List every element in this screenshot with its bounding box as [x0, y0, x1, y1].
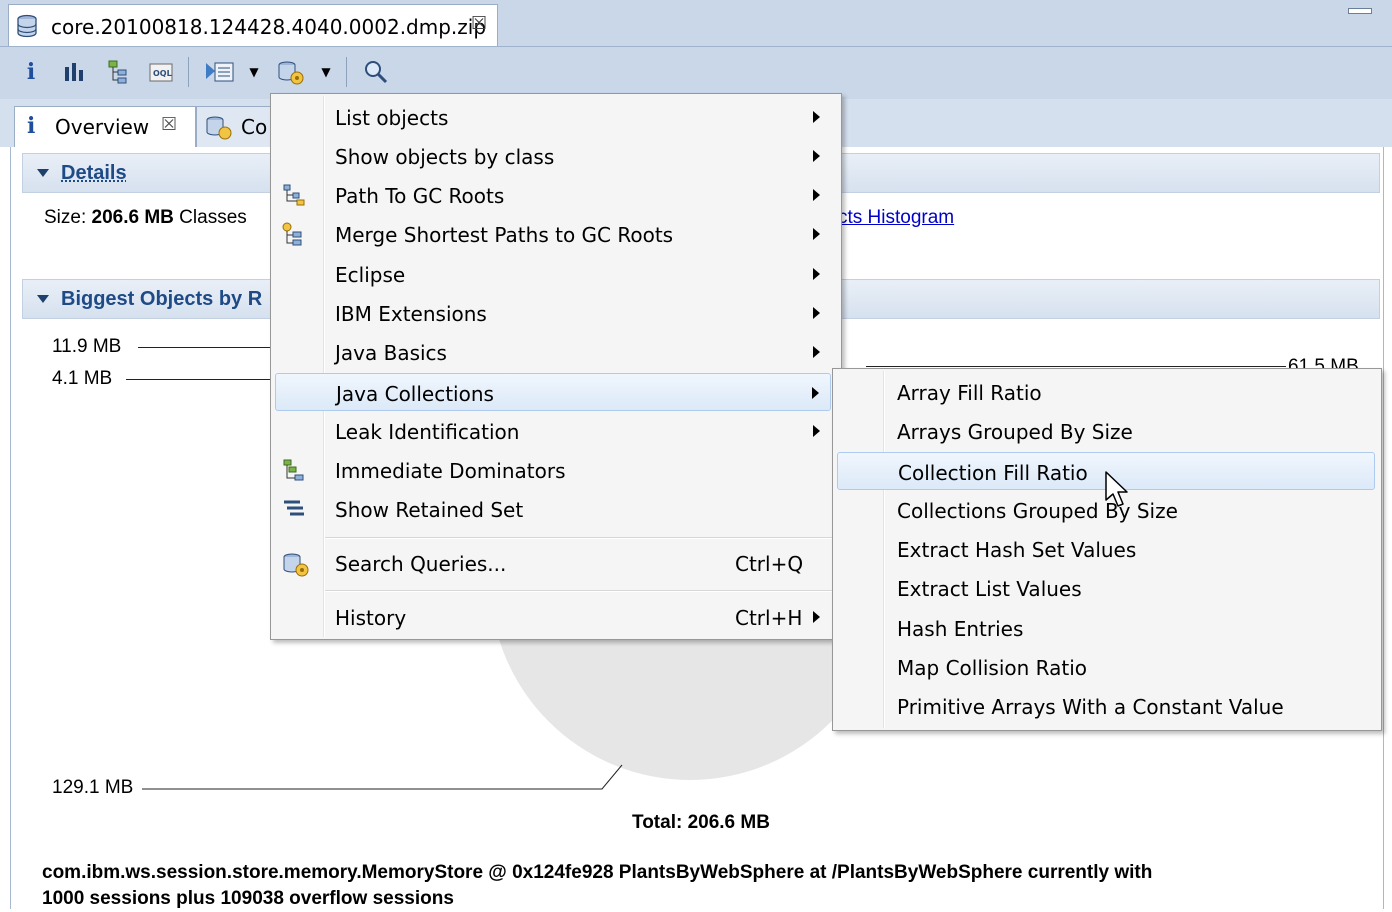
- menu-item-eclipse[interactable]: Eclipse: [273, 255, 839, 293]
- submenu-item-hash-entries[interactable]: Hash Entries: [835, 609, 1379, 647]
- menu-item-java-basics[interactable]: Java Basics: [273, 333, 839, 371]
- svg-text:OQL: OQL: [153, 69, 172, 78]
- java-collections-submenu: Array Fill Ratio Arrays Grouped By Size …: [832, 368, 1382, 731]
- submenu-arrow-icon: [813, 111, 820, 123]
- submenu-arrow-icon: [813, 425, 820, 437]
- pie-leader-line: [142, 764, 623, 790]
- menu-item-java-collections[interactable]: Java Collections: [275, 373, 831, 411]
- menu-item-ibm-extensions[interactable]: IBM Extensions: [273, 294, 839, 332]
- overview-info-icon[interactable]: i: [20, 57, 42, 87]
- menu-item-search-queries[interactable]: Search Queries... Ctrl+Q: [273, 544, 839, 582]
- path-tree-icon: [281, 183, 307, 212]
- search-queries-icon: [281, 551, 311, 584]
- pie-label: 11.9 MB: [52, 336, 122, 357]
- submenu-item-array-fill-ratio[interactable]: Array Fill Ratio: [835, 373, 1379, 411]
- dominator-tree-icon: [281, 458, 307, 489]
- collapse-triangle-icon[interactable]: [37, 169, 49, 177]
- run-report-icon[interactable]: [202, 57, 238, 87]
- menu-item-leak-identification[interactable]: Leak Identification: [273, 412, 839, 450]
- pie-total-label: Total: 206.6 MB: [632, 812, 770, 833]
- menu-separator: [325, 537, 835, 539]
- minimize-icon[interactable]: [1348, 8, 1372, 14]
- details-summary: Size: 206.6 MB Classes: [44, 207, 247, 228]
- submenu-item-arrays-grouped-by-size[interactable]: Arrays Grouped By Size: [835, 412, 1379, 450]
- menu-item-path-to-gc-roots[interactable]: Path To GC Roots: [273, 176, 839, 214]
- submenu-arrow-icon: [813, 346, 820, 358]
- menu-separator: [325, 590, 835, 592]
- pie-label: 129.1 MB: [52, 777, 134, 798]
- oql-icon[interactable]: OQL: [146, 57, 176, 87]
- editor-tab[interactable]: core.20100818.124428.4040.0002.dmp.zip ☒: [8, 4, 498, 46]
- menu-item-show-objects-by-class[interactable]: Show objects by class: [273, 137, 839, 175]
- pie-leader-line: [126, 379, 272, 380]
- details-header-label: Details: [61, 162, 127, 184]
- menu-item-show-retained-set[interactable]: Show Retained Set: [273, 490, 839, 528]
- heap-dump-db-icon: [15, 14, 39, 43]
- submenu-item-extract-list-values[interactable]: Extract List Values: [835, 569, 1379, 607]
- retained-set-icon: [281, 497, 307, 526]
- query-browser-icon: [203, 113, 233, 146]
- mouse-cursor-icon: [1105, 471, 1128, 507]
- submenu-arrow-icon: [812, 387, 819, 399]
- submenu-arrow-icon: [813, 307, 820, 319]
- selected-object-description: com.ibm.ws.session.store.memory.MemorySt…: [42, 862, 1153, 909]
- submenu-arrow-icon: [813, 611, 820, 623]
- toolbar-separator: [346, 57, 347, 87]
- tab-queries[interactable]: Co: [196, 106, 276, 147]
- size-value: 206.6 MB: [91, 207, 174, 228]
- submenu-arrow-icon: [813, 150, 820, 162]
- tab-overview-label: Overview: [55, 115, 150, 139]
- close-icon[interactable]: ☒: [471, 13, 487, 34]
- dominator-tree-icon[interactable]: [104, 57, 134, 87]
- editor-toolbar: i OQL ▼ ▼: [0, 47, 1392, 99]
- menu-item-list-objects[interactable]: List objects: [273, 98, 839, 136]
- context-menu: List objects Show objects by class Path …: [270, 93, 842, 640]
- chevron-down-icon[interactable]: ▼: [244, 57, 264, 87]
- shortcut-label: Ctrl+H: [735, 606, 803, 630]
- collapse-triangle-icon[interactable]: [37, 295, 49, 303]
- shortcut-label: Ctrl+Q: [735, 552, 804, 576]
- close-icon[interactable]: ☒: [161, 114, 177, 135]
- editor-tab-title: core.20100818.124428.4040.0002.dmp.zip: [51, 15, 487, 39]
- histogram-link[interactable]: cts Histogram: [838, 207, 954, 229]
- pie-leader-line: [866, 366, 1286, 367]
- pie-label: 4.1 MB: [52, 368, 113, 389]
- submenu-arrow-icon: [813, 189, 820, 201]
- tab-queries-label: Co: [241, 115, 268, 139]
- search-icon[interactable]: [360, 57, 392, 87]
- query-browser-icon[interactable]: [274, 57, 308, 87]
- submenu-item-primitive-arrays-constant-value[interactable]: Primitive Arrays With a Constant Value: [835, 687, 1379, 725]
- chevron-down-icon[interactable]: ▼: [316, 57, 336, 87]
- menu-item-immediate-dominators[interactable]: Immediate Dominators: [273, 451, 839, 489]
- submenu-item-map-collision-ratio[interactable]: Map Collision Ratio: [835, 648, 1379, 686]
- menu-item-merge-shortest-paths[interactable]: Merge Shortest Paths to GC Roots: [273, 215, 839, 253]
- submenu-item-extract-hash-set-values[interactable]: Extract Hash Set Values: [835, 530, 1379, 568]
- pie-label: 61.5 MB: [1288, 356, 1359, 368]
- biggest-objects-header-label: Biggest Objects by R: [61, 288, 263, 310]
- submenu-arrow-icon: [813, 268, 820, 280]
- merge-paths-icon: [281, 222, 307, 253]
- submenu-arrow-icon: [813, 228, 820, 240]
- tab-overview[interactable]: i Overview ☒: [14, 106, 196, 147]
- info-icon: i: [27, 113, 36, 139]
- pie-leader-line: [138, 347, 272, 348]
- histogram-icon[interactable]: [60, 57, 88, 87]
- menu-item-history[interactable]: History Ctrl+H: [273, 598, 839, 636]
- toolbar-separator: [188, 57, 189, 87]
